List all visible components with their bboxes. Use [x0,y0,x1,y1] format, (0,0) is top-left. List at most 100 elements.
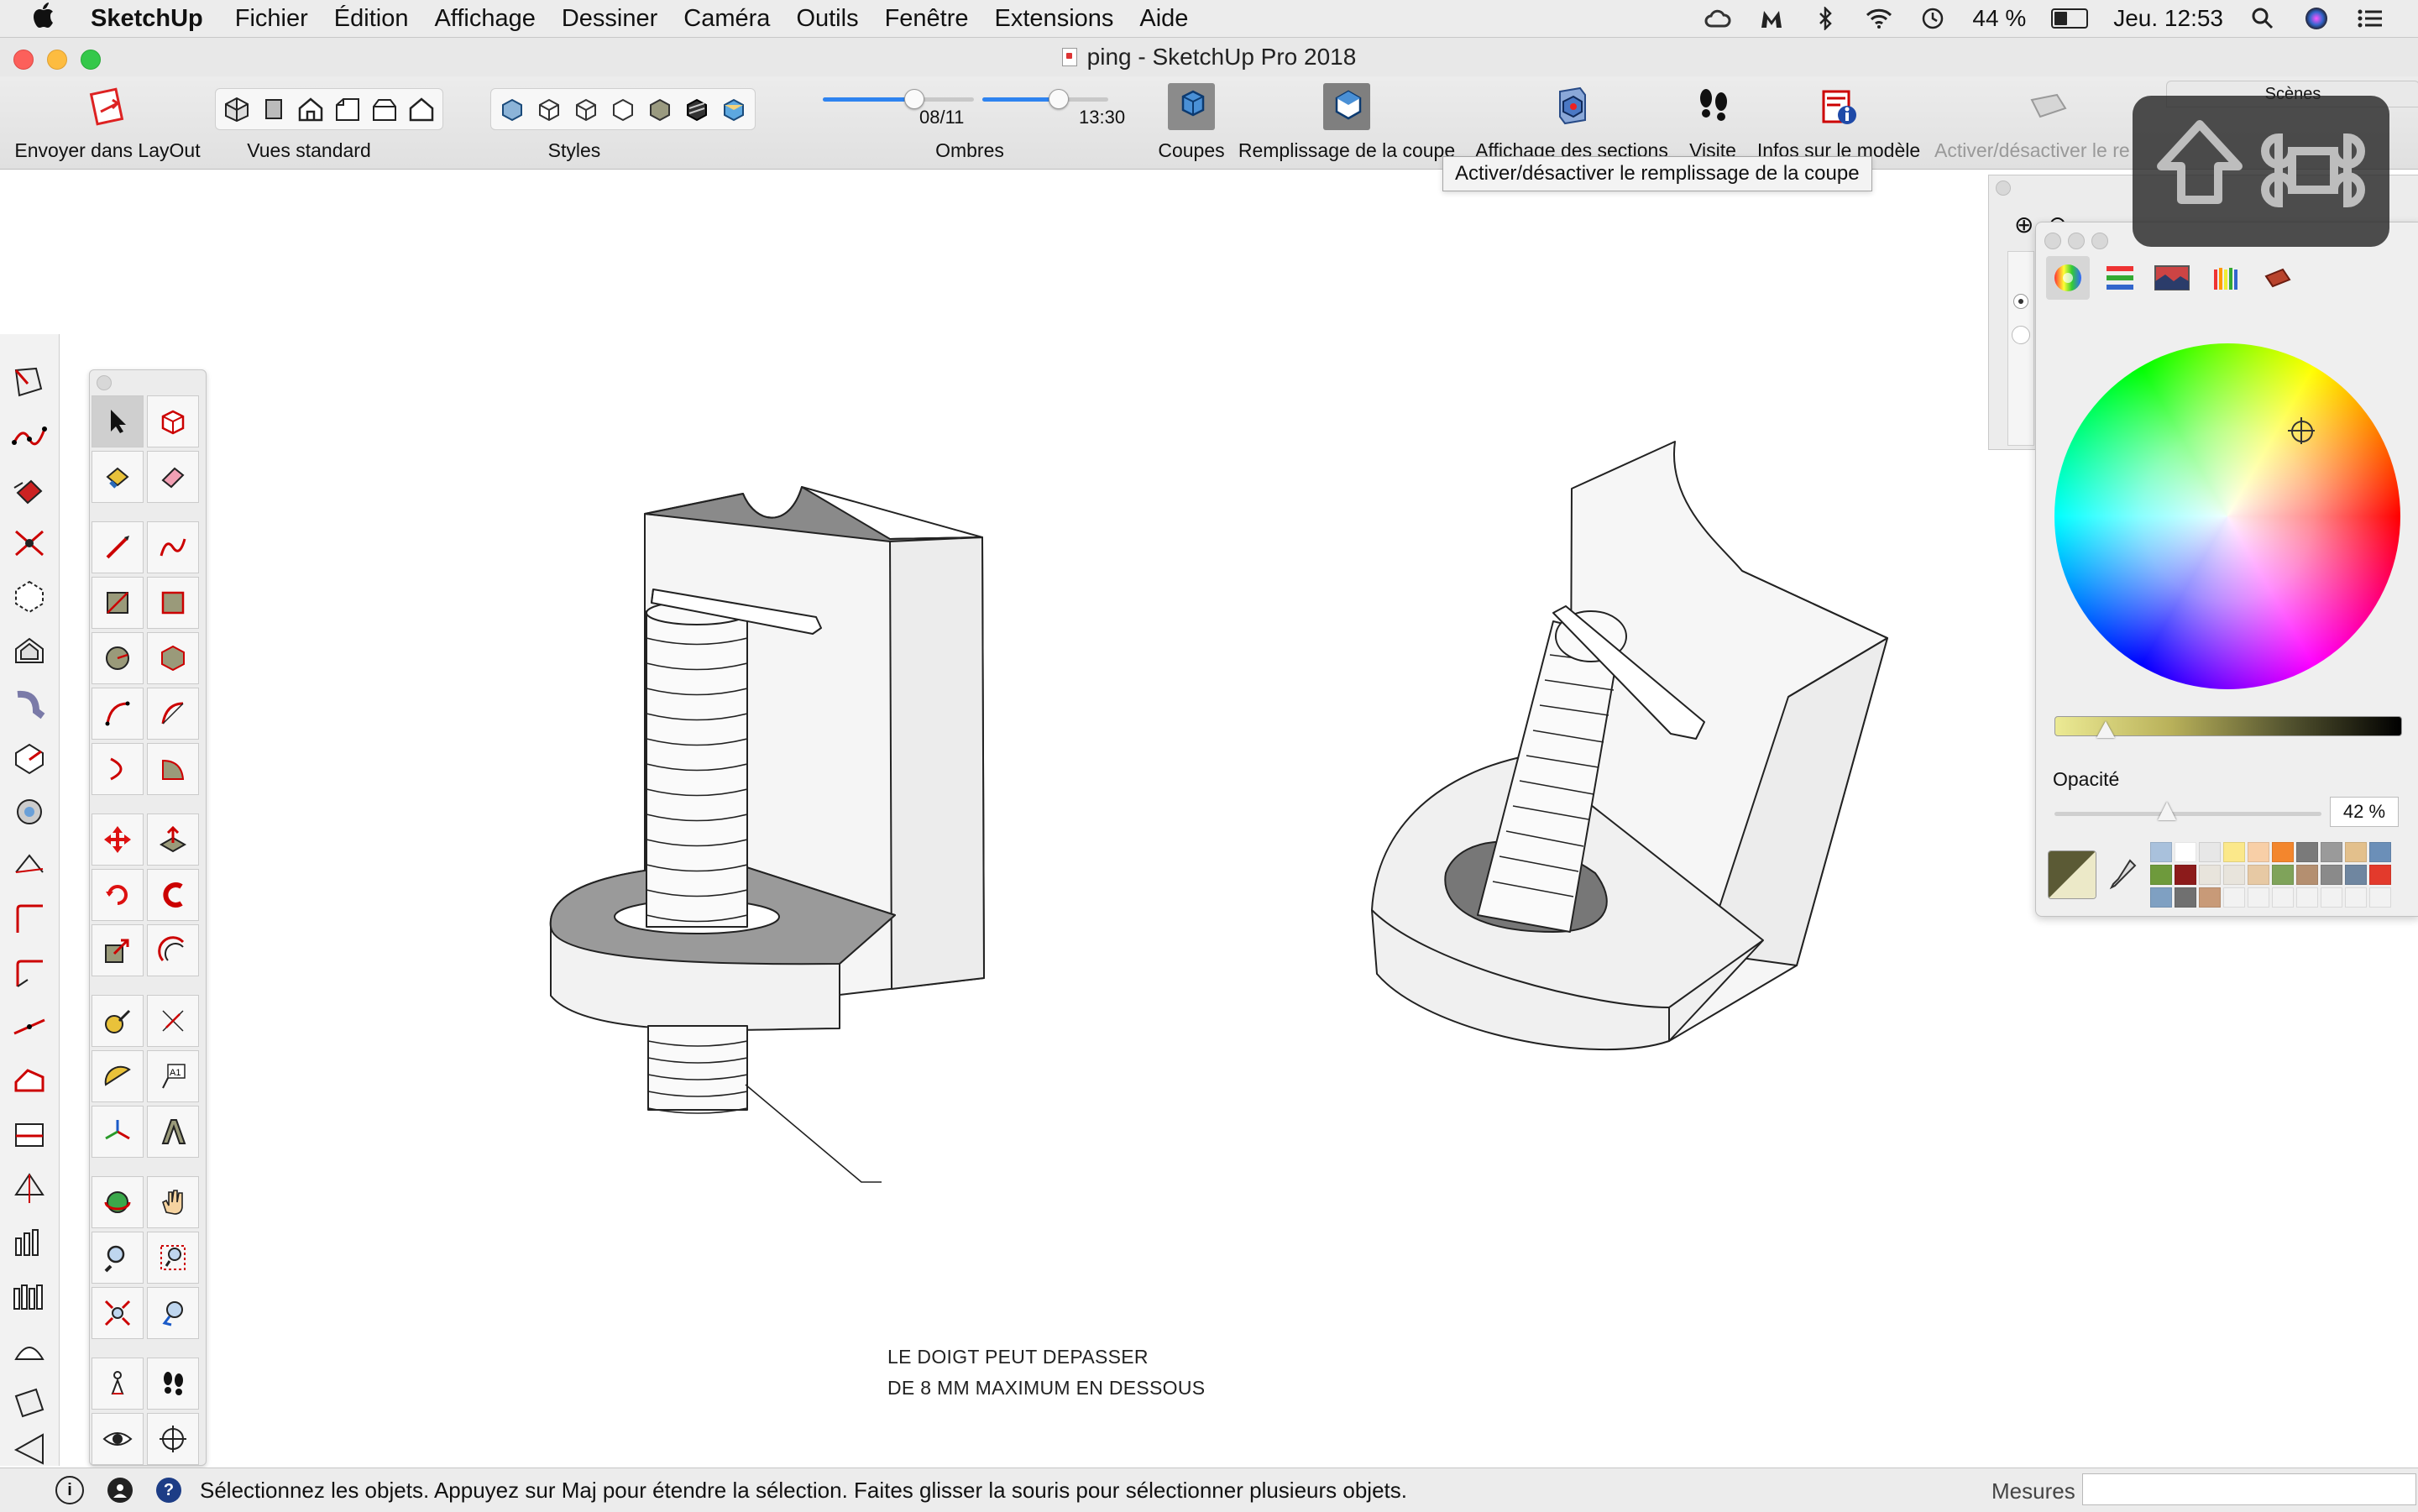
brightness-knob[interactable] [2096,721,2115,738]
color-swatch[interactable] [2369,865,2391,885]
color-swatch[interactable] [2296,865,2318,885]
look-around-eye-icon[interactable] [92,1413,144,1465]
textured-style-icon[interactable] [681,93,713,125]
rotated-rectangle-icon[interactable] [147,577,199,629]
color-swatch[interactable] [2321,842,2342,862]
battery-icon[interactable] [2051,8,2089,29]
sandbox-tool-icon[interactable] [5,1217,54,1266]
back-edges-style-icon[interactable] [533,93,565,125]
clock[interactable]: Jeu. 12:53 [2113,5,2223,32]
tray-radio-selected[interactable] [2013,294,2028,309]
help-icon[interactable]: ? [156,1478,181,1503]
credits-user-icon[interactable] [107,1478,133,1503]
wifi-icon[interactable] [1865,6,1893,31]
color-wheel-cursor[interactable] [2288,417,2315,444]
scale-tool-icon[interactable] [5,734,54,782]
opacity-value-field[interactable]: 42 % [2330,797,2399,827]
walk-footprints-icon[interactable] [147,1358,199,1410]
shadow-time-knob[interactable] [1049,89,1069,109]
measures-input[interactable] [2082,1473,2416,1505]
tour-button[interactable] [1689,83,1736,130]
polygon-tool-icon[interactable] [5,573,54,621]
send-to-layout-button[interactable] [84,83,131,130]
front-view-icon[interactable] [295,93,327,125]
color-swatch[interactable] [2369,887,2391,908]
section-fill-button[interactable] [1323,83,1370,130]
freehand-pencil-icon[interactable] [147,521,199,573]
menu-draw[interactable]: Dessiner [562,5,657,33]
back-view-icon[interactable] [369,93,400,125]
protractor-tool-icon[interactable] [5,895,54,944]
position-camera-icon[interactable] [92,1358,144,1410]
color-swatch[interactable] [2223,865,2245,885]
right-view-icon[interactable] [332,93,364,125]
dimensions-icon[interactable] [147,995,199,1047]
time-machine-icon[interactable] [1918,6,1947,31]
color-swatch[interactable] [2248,887,2269,908]
color-swatch[interactable] [2345,887,2367,908]
color-swatch[interactable] [2272,842,2294,862]
color-swatch[interactable] [2369,842,2391,862]
color-swatch[interactable] [2175,842,2196,862]
zoom-extents-icon[interactable] [92,1287,144,1339]
model-info-button[interactable] [1815,83,1862,130]
three-point-arc-icon[interactable] [92,743,144,795]
color-swatch[interactable] [2199,887,2221,908]
color-swatch[interactable] [2296,842,2318,862]
scale-resize-icon[interactable] [92,924,144,976]
color-swatch[interactable] [2150,887,2172,908]
color-sliders-tab-icon[interactable] [2098,256,2142,300]
flip-edge-tool-icon[interactable] [5,1424,54,1473]
rectangle-tool-icon[interactable] [92,577,144,629]
shadow-time-slider[interactable] [982,89,1108,109]
color-swatch[interactable] [2150,842,2172,862]
stamp-tool-icon[interactable] [5,1271,54,1320]
color-wheel[interactable] [2054,343,2400,689]
previous-view-icon[interactable] [147,1287,199,1339]
pie-tool-icon[interactable] [147,743,199,795]
color-swatch[interactable] [2175,865,2196,885]
color-swatch[interactable] [2199,842,2221,862]
follow-me-icon[interactable] [147,869,199,921]
color-swatch[interactable] [2296,887,2318,908]
opacity-knob[interactable] [2157,802,2176,820]
zoom-window-button[interactable] [81,50,101,70]
minimize-window-button[interactable] [47,50,67,70]
close-window-button[interactable] [13,50,34,70]
dimension-tool-icon[interactable] [5,1002,54,1051]
zoom-in-icon[interactable]: ⊕ [2014,211,2033,238]
color-swatch[interactable] [2272,865,2294,885]
rotate-camera-icon[interactable] [5,787,54,836]
palette-close-button[interactable] [97,375,112,390]
current-color-well[interactable] [2048,850,2096,899]
image-palettes-tab-icon[interactable] [2204,256,2248,300]
spotlight-search-icon[interactable] [2248,6,2277,31]
intersect-icon[interactable] [5,519,54,568]
protractor-icon[interactable] [92,1050,144,1102]
geo-location-icon[interactable]: i [55,1476,84,1504]
menu-extensions[interactable]: Extensions [995,5,1114,33]
paint-bucket-icon[interactable] [5,465,54,514]
look-around-tool-icon[interactable] [5,1164,54,1212]
tray-radio-unselected[interactable] [2012,326,2030,344]
zoom-icon[interactable] [92,1232,144,1284]
select-tool-icon[interactable] [5,358,54,406]
color-swatch[interactable] [2248,842,2269,862]
push-pull-icon[interactable] [147,814,199,866]
tray-close-button[interactable] [1996,180,2011,196]
text-label-icon[interactable]: A1 [147,1050,199,1102]
colors-close-button[interactable] [2044,233,2061,249]
colors-minimize-button[interactable] [2068,233,2085,249]
color-swatch[interactable] [2248,865,2269,885]
menu-file[interactable]: Fichier [235,5,308,33]
offset-tool-icon[interactable] [5,626,54,675]
add-detail-tool-icon[interactable] [5,1379,54,1427]
notification-center-icon[interactable] [2356,6,2384,31]
color-swatch[interactable] [2345,865,2367,885]
menu-edit[interactable]: Édition [334,5,409,33]
axes-tool-icon[interactable] [5,949,54,997]
drape-tool-icon[interactable] [5,1325,54,1373]
menu-sketchup[interactable]: SketchUp [91,5,203,33]
line-tool-icon[interactable] [92,521,144,573]
offset-shape-icon[interactable] [147,924,199,976]
